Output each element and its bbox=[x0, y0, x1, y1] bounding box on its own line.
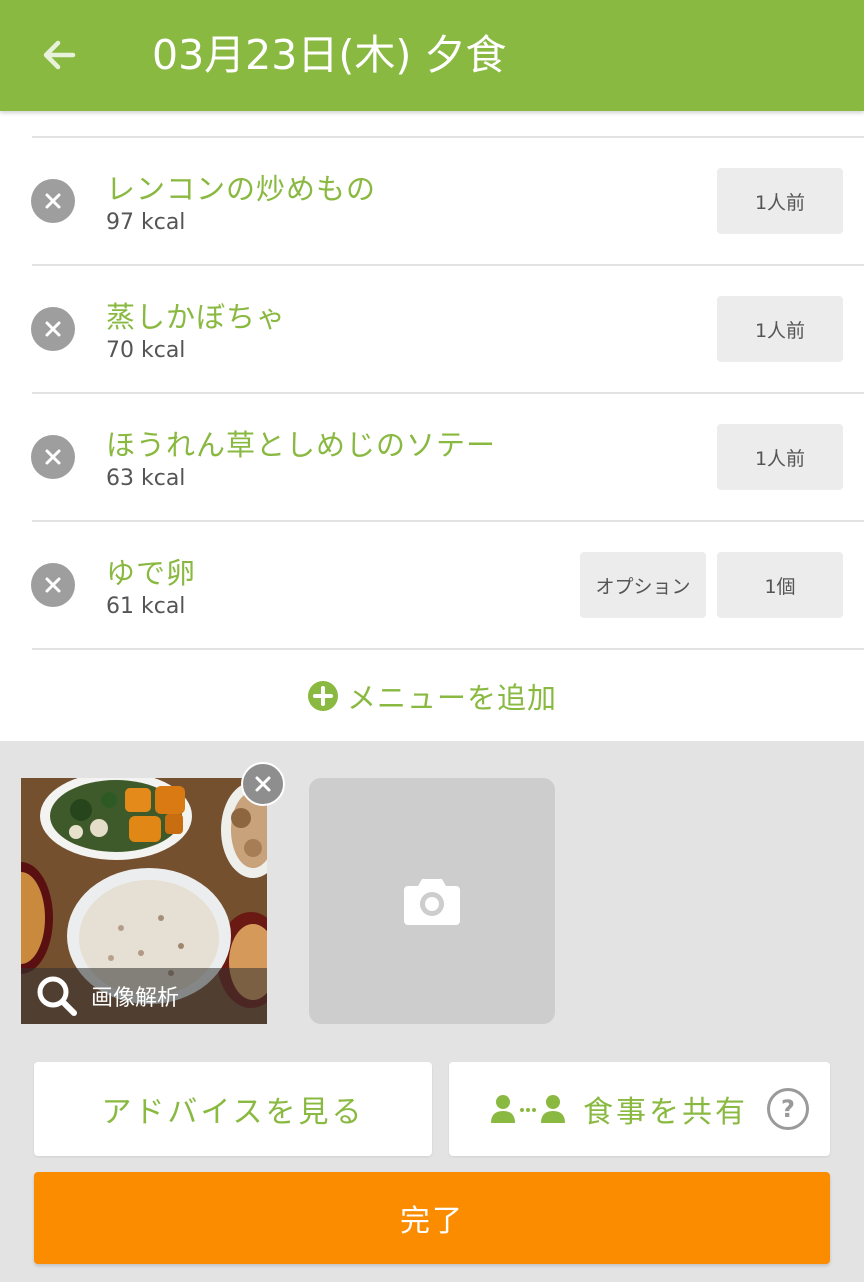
menu-item-kcal: 70 kcal bbox=[106, 338, 186, 363]
menu-item-name[interactable]: レンコンの炒めもの bbox=[106, 166, 376, 208]
list-item: 蒸しかぼちゃ 70 kcal 1人前 bbox=[0, 266, 864, 392]
advice-button[interactable]: アドバイスを見る bbox=[34, 1062, 432, 1156]
back-button[interactable] bbox=[30, 26, 88, 84]
close-icon bbox=[255, 776, 271, 792]
remove-item-button[interactable] bbox=[31, 307, 75, 351]
divider bbox=[32, 648, 864, 650]
done-label: 完了 bbox=[400, 1204, 464, 1239]
add-photo-button[interactable] bbox=[309, 778, 555, 1024]
image-analysis-button[interactable]: 画像解析 bbox=[21, 968, 267, 1024]
remove-photo-button[interactable] bbox=[241, 762, 285, 806]
image-analysis-label: 画像解析 bbox=[91, 986, 180, 1011]
portion-button[interactable]: 1個 bbox=[717, 552, 843, 618]
menu-item-kcal: 97 kcal bbox=[106, 210, 186, 235]
close-icon bbox=[45, 321, 61, 337]
menu-item-name[interactable]: ほうれん草としめじのソテー bbox=[106, 422, 496, 464]
remove-item-button[interactable] bbox=[31, 563, 75, 607]
menu-item-kcal: 61 kcal bbox=[106, 594, 186, 619]
bottom-panel: 画像解析 アドバイスを見る 食事を共有 ? 完了 bbox=[0, 741, 864, 1282]
menu-item-name[interactable]: ゆで卵 bbox=[106, 550, 196, 592]
search-icon bbox=[37, 976, 77, 1016]
list-item: レンコンの炒めもの 97 kcal 1人前 bbox=[0, 138, 864, 264]
menu-item-name[interactable]: 蒸しかぼちゃ bbox=[106, 294, 286, 336]
share-meal-button[interactable]: 食事を共有 ? bbox=[449, 1062, 830, 1156]
option-button[interactable]: オプション bbox=[580, 552, 706, 618]
close-icon bbox=[45, 193, 61, 209]
close-icon bbox=[45, 449, 61, 465]
close-icon bbox=[45, 577, 61, 593]
meal-photo[interactable]: 画像解析 bbox=[21, 778, 267, 1024]
people-share-icon bbox=[491, 1095, 565, 1123]
list-item: ゆで卵 61 kcal オプション 1個 bbox=[0, 522, 864, 648]
camera-icon bbox=[404, 879, 460, 925]
portion-button[interactable]: 1人前 bbox=[717, 168, 843, 234]
remove-item-button[interactable] bbox=[31, 179, 75, 223]
advice-label: アドバイスを見る bbox=[101, 1095, 365, 1130]
plus-circle-icon bbox=[307, 681, 338, 711]
question-circle-icon[interactable]: ? bbox=[767, 1088, 809, 1130]
add-menu-label: メニューを追加 bbox=[346, 681, 557, 715]
menu-item-kcal: 63 kcal bbox=[106, 466, 186, 491]
arrow-left-icon bbox=[43, 40, 76, 70]
app-bar: 03月23日(木) 夕食 bbox=[0, 0, 864, 111]
portion-button[interactable]: 1人前 bbox=[717, 296, 843, 362]
done-button[interactable]: 完了 bbox=[34, 1172, 830, 1264]
share-meal-label: 食事を共有 bbox=[583, 1095, 748, 1130]
remove-item-button[interactable] bbox=[31, 435, 75, 479]
list-item: ほうれん草としめじのソテー 63 kcal 1人前 bbox=[0, 394, 864, 520]
menu-list: レンコンの炒めもの 97 kcal 1人前 蒸しかぼちゃ 70 kcal 1人前… bbox=[0, 111, 864, 741]
portion-button[interactable]: 1人前 bbox=[717, 424, 843, 490]
page-title: 03月23日(木) 夕食 bbox=[152, 31, 507, 79]
add-menu-button[interactable]: メニューを追加 bbox=[0, 666, 864, 726]
